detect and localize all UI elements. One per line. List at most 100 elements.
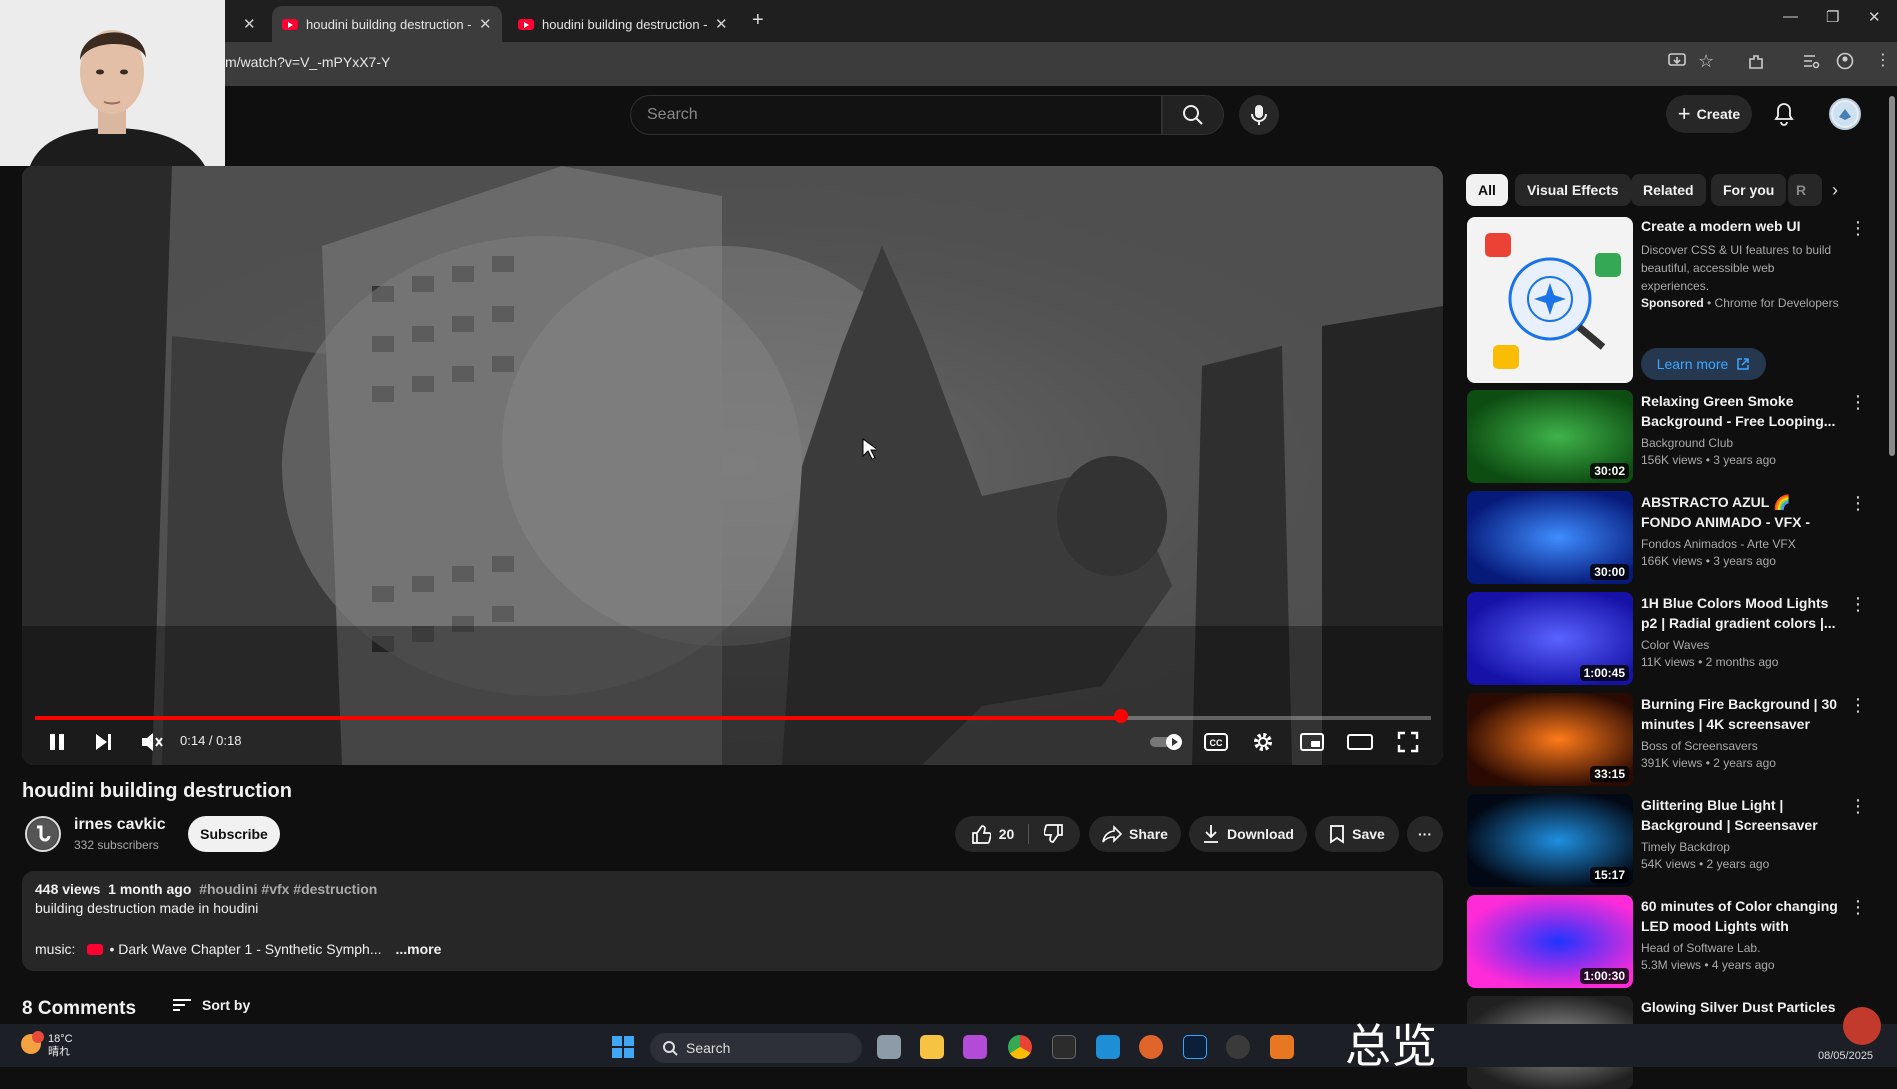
windows-start-icon[interactable] — [611, 1035, 635, 1059]
close-window-icon[interactable]: ✕ — [1868, 8, 1881, 26]
rec-title[interactable]: 60 minutes of Color changing LED mood Li… — [1641, 896, 1841, 936]
tab-close-icon[interactable]: ✕ — [715, 15, 728, 33]
browser-menu-icon[interactable]: ⋮ — [1875, 50, 1891, 70]
more-vertical-icon[interactable]: ⋮ — [1849, 594, 1867, 615]
rec-title[interactable]: Relaxing Green Smoke Background - Free L… — [1641, 391, 1841, 431]
chips-next-arrow-icon[interactable]: › — [1832, 180, 1838, 201]
hashtags[interactable]: #houdini #vfx #destruction — [199, 881, 377, 897]
file-explorer-icon[interactable] — [920, 1035, 944, 1059]
voice-search-button[interactable] — [1239, 95, 1279, 135]
channel-avatar[interactable] — [25, 816, 61, 852]
sort-by-button[interactable]: Sort by — [172, 997, 250, 1013]
settings-gear-icon[interactable] — [1252, 731, 1274, 753]
share-button[interactable]: Share — [1089, 816, 1181, 852]
app-purple-icon[interactable] — [963, 1035, 987, 1059]
rec-thumbnail[interactable]: 30:00 — [1467, 491, 1633, 584]
create-button[interactable]: + Create — [1666, 95, 1752, 133]
profile-icon[interactable] — [1836, 52, 1854, 70]
rec-channel[interactable]: Timely Backdrop — [1641, 839, 1730, 856]
houdini-alt-icon[interactable] — [1270, 1035, 1294, 1059]
rec-thumbnail[interactable]: 1:00:45 — [1467, 592, 1633, 685]
page-scrollbar[interactable] — [1889, 96, 1895, 456]
rec-title[interactable]: Burning Fire Background | 30 minutes | 4… — [1641, 694, 1841, 734]
download-label: Download — [1227, 826, 1294, 842]
rec-channel[interactable]: Color Waves — [1641, 637, 1709, 654]
houdini-icon[interactable] — [1139, 1035, 1163, 1059]
save-button[interactable]: Save — [1315, 816, 1399, 852]
ad-thumbnail[interactable] — [1467, 217, 1633, 383]
more-vertical-icon[interactable]: ⋮ — [1849, 695, 1867, 716]
chip-for-you[interactable]: For you — [1711, 174, 1787, 206]
tab-close-icon[interactable]: ✕ — [243, 15, 256, 33]
app-blue-icon[interactable] — [1096, 1035, 1120, 1059]
channel-name[interactable]: irnes cavkic — [74, 816, 166, 834]
rec-title[interactable]: Glittering Blue Light | Background | Scr… — [1641, 795, 1841, 835]
show-more-link[interactable]: ...more — [396, 941, 442, 957]
more-vertical-icon[interactable]: ⋮ — [1849, 392, 1867, 413]
subscribe-button[interactable]: Subscribe — [188, 816, 280, 852]
record-indicator-icon[interactable] — [1843, 1007, 1881, 1045]
extensions-icon[interactable] — [1747, 53, 1765, 71]
dislike-button[interactable] — [1036, 824, 1064, 844]
progress-scrubber[interactable] — [1114, 709, 1129, 723]
rec-thumbnail[interactable]: 30:02 — [1467, 390, 1633, 483]
rec-channel[interactable]: Fondos Animados - Arte VFX — [1641, 536, 1796, 553]
rec-title[interactable]: Glowing Silver Dust Particles — [1641, 997, 1841, 1017]
fullscreen-icon[interactable] — [1397, 731, 1419, 753]
more-actions-button[interactable]: ··· — [1407, 816, 1443, 852]
tab-second[interactable]: houdini building destruction - Y ✕ — [508, 6, 738, 42]
task-view-icon[interactable] — [877, 1035, 901, 1059]
miniplayer-icon[interactable] — [1300, 733, 1324, 751]
rec-thumbnail[interactable]: 15:17 — [1467, 794, 1633, 887]
chip-visual-effects[interactable]: Visual Effects — [1515, 174, 1631, 206]
more-vertical-icon[interactable]: ⋮ — [1849, 218, 1867, 239]
rec-title[interactable]: ABSTRACTO AZUL 🌈 FONDO ANIMADO - VFX - G… — [1641, 492, 1841, 532]
next-video-icon[interactable] — [94, 732, 114, 752]
learn-more-button[interactable]: Learn more — [1641, 348, 1766, 380]
more-vertical-icon[interactable]: ⋮ — [1849, 493, 1867, 514]
rec-channel[interactable]: Head of Software Lab. — [1641, 940, 1760, 957]
search-input[interactable]: Search — [630, 95, 1162, 135]
weather-icon[interactable] — [18, 1031, 44, 1057]
search-button[interactable] — [1162, 95, 1224, 135]
rec-channel[interactable]: Boss of Screensavers — [1641, 738, 1758, 755]
download-button[interactable]: Download — [1189, 816, 1307, 852]
weather-widget[interactable]: 18°C 晴れ — [48, 1033, 73, 1059]
bookmark-star-icon[interactable]: ☆ — [1698, 51, 1714, 72]
app-settings-icon[interactable] — [1226, 1035, 1250, 1059]
rec-thumbnail[interactable]: 1:00:30 — [1467, 895, 1633, 988]
chip-all[interactable]: All — [1466, 174, 1508, 206]
photoshop-icon[interactable] — [1183, 1035, 1207, 1059]
minimize-icon[interactable]: — — [1783, 8, 1798, 25]
chip-partial[interactable]: R — [1788, 174, 1822, 206]
taskbar-search[interactable]: Search — [650, 1033, 862, 1063]
media-control-icon[interactable] — [1802, 53, 1820, 69]
youtube-logo-icon — [87, 943, 104, 955]
ad-title[interactable]: Create a modern web UI — [1641, 216, 1841, 236]
pause-icon[interactable] — [48, 732, 66, 752]
more-vertical-icon[interactable]: ⋮ — [1849, 897, 1867, 918]
chrome-icon[interactable] — [1008, 1035, 1032, 1059]
like-button[interactable]: 20 — [971, 824, 1030, 844]
theater-mode-icon[interactable] — [1347, 733, 1373, 751]
account-avatar[interactable] — [1829, 98, 1861, 130]
more-vertical-icon[interactable]: ⋮ — [1849, 796, 1867, 817]
notifications-bell-icon[interactable] — [1773, 102, 1795, 126]
rec-channel[interactable]: Background Club — [1641, 435, 1733, 452]
rec-thumbnail[interactable]: 33:15 — [1467, 693, 1633, 786]
video-player[interactable] — [22, 166, 1443, 765]
new-tab-icon[interactable]: + — [752, 9, 764, 32]
tab-active[interactable]: houdini building destruction - Y ✕ — [272, 6, 502, 42]
description-text: building destruction made in houdini — [35, 900, 259, 916]
autoplay-toggle[interactable] — [1149, 733, 1185, 751]
tab-close-icon[interactable]: ✕ — [479, 15, 492, 33]
mute-icon[interactable] — [140, 731, 164, 753]
epic-games-icon[interactable] — [1052, 1035, 1076, 1059]
chip-related[interactable]: Related — [1631, 174, 1706, 206]
captions-icon[interactable]: CC — [1204, 733, 1228, 751]
maximize-icon[interactable]: ❐ — [1826, 8, 1839, 26]
url-text[interactable]: m/watch?v=V_-mPYxX7-Y — [225, 54, 390, 70]
rec-title[interactable]: 1H Blue Colors Mood Lights p2 | Radial g… — [1641, 593, 1841, 633]
music-track-link[interactable]: • Dark Wave Chapter 1 - Synthetic Symph.… — [109, 941, 381, 957]
install-app-icon[interactable] — [1668, 53, 1686, 69]
